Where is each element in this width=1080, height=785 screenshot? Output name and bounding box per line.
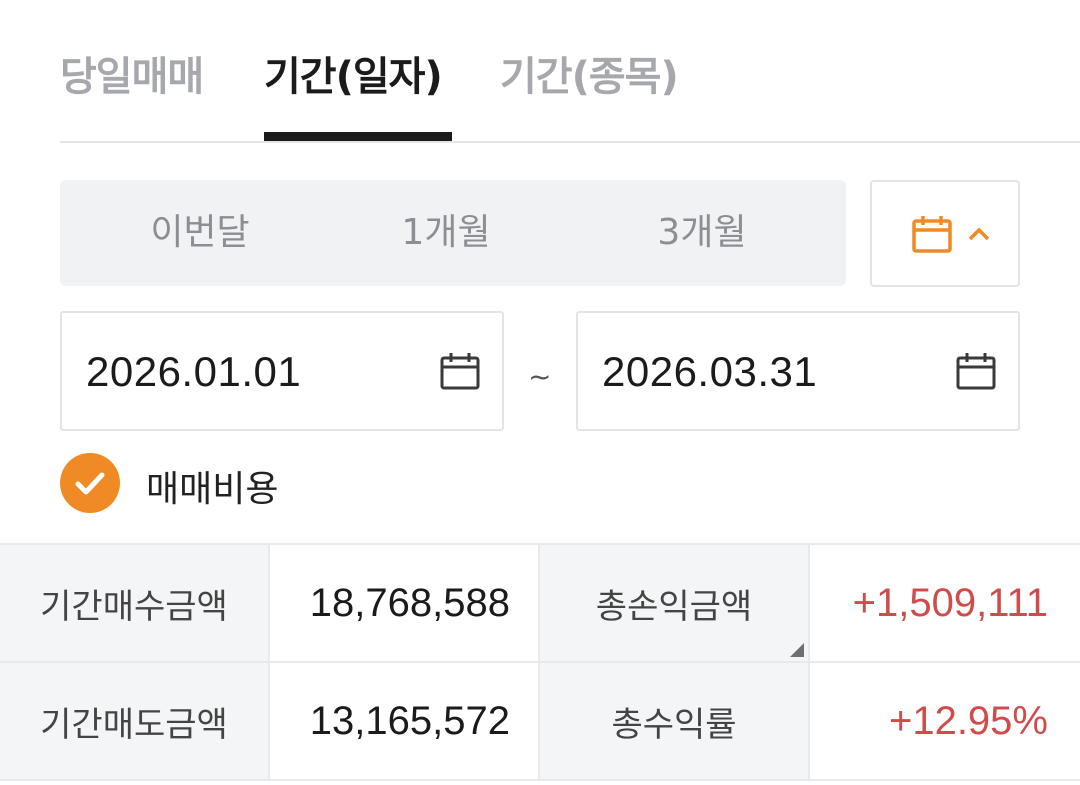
total-pnl-amount-label[interactable]: 총손익금액 (540, 545, 810, 663)
check-icon (75, 472, 105, 495)
total-return-rate-value: +12.95% (810, 663, 1080, 781)
tab-period-by-date[interactable]: 기간(일자) (264, 44, 443, 102)
total-pnl-amount-text: 총손익금액 (595, 586, 753, 627)
period-sell-amount-label: 기간매도금액 (0, 663, 270, 781)
total-pnl-amount-value: +1,509,111 (810, 545, 1080, 663)
chevron-up-icon (968, 227, 990, 241)
start-date-value: 2026.01.01 (86, 348, 302, 395)
tab-bar: 당일매매 기간(일자) 기간(종목) (60, 0, 1080, 143)
total-return-rate-label: 총수익률 (540, 663, 810, 781)
period-buy-amount-value: 18,768,588 (270, 545, 540, 663)
date-range-separator: ~ (528, 360, 552, 393)
start-date-field[interactable]: 2026.01.01 (60, 311, 504, 431)
period-buy-amount-label: 기간매수금액 (0, 545, 270, 663)
trading-cost-label: 매매비용 (146, 469, 279, 510)
period-3-months-button[interactable]: 3개월 (602, 180, 802, 286)
tab-today-trades[interactable]: 당일매매 (60, 44, 204, 102)
tab-period-by-stock[interactable]: 기간(종목) (500, 44, 679, 102)
end-date-value: 2026.03.31 (602, 348, 818, 395)
end-date-field[interactable]: 2026.03.31 (576, 311, 1020, 431)
period-this-month-button[interactable]: 이번달 (100, 180, 300, 286)
period-selector: 이번달 1개월 3개월 (60, 180, 846, 286)
summary-table: 기간매수금액 18,768,588 총손익금액 +1,509,111 기간매도금… (0, 543, 1080, 783)
info-corner-icon (790, 643, 804, 657)
period-sell-amount-value: 13,165,572 (270, 663, 540, 781)
period-1-month-button[interactable]: 1개월 (346, 180, 546, 286)
active-tab-indicator (264, 132, 452, 141)
calendar-toggle-button[interactable] (870, 180, 1020, 287)
trade-history-screen: 당일매매 기간(일자) 기간(종목) 이번달 1개월 3개월 2026.01.0… (0, 0, 1080, 785)
checkbox-checked-indicator (60, 453, 120, 513)
calendar-icon (912, 216, 952, 253)
calendar-icon (440, 353, 480, 390)
calendar-icon (956, 353, 996, 390)
